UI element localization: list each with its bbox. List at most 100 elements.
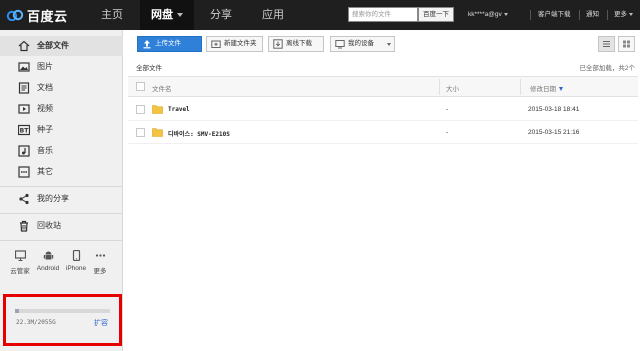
chevron-down-icon xyxy=(387,43,391,46)
more-dots-icon xyxy=(18,166,30,178)
file-modified: 2015-03-15 21:16 xyxy=(528,129,580,136)
table-row[interactable]: Travel - 2015-03-18 18:41 xyxy=(128,99,638,121)
more-menu[interactable]: 更多 xyxy=(614,0,633,30)
image-icon xyxy=(18,62,30,72)
music-icon xyxy=(18,145,30,157)
upload-icon xyxy=(143,40,151,49)
device-more[interactable]: 更多 xyxy=(85,250,115,275)
divider xyxy=(0,213,123,214)
sidebar-item-label: 全部文件 xyxy=(37,41,69,50)
file-size: - xyxy=(446,129,449,136)
file-toolbar: 上传文件 新建文件夹 离线下载 我的设备 xyxy=(124,30,640,58)
select-all-checkbox[interactable] xyxy=(136,82,145,91)
upload-label: 上传文件 xyxy=(155,40,181,47)
device-android[interactable]: Android xyxy=(33,250,63,272)
nav-tab-netdisk[interactable]: 网盘 xyxy=(140,0,194,30)
row-checkbox[interactable] xyxy=(136,128,145,137)
nav-tab-label: 主页 xyxy=(101,9,123,21)
sidebar: 全部文件 图片 文档 视频 BT 种子 音乐 其它 我的分享 回收站 云管家 A… xyxy=(0,30,123,351)
notifications-link[interactable]: 通知 xyxy=(586,0,599,30)
storage-quota-text: 22.3M/2055G xyxy=(16,319,56,326)
sidebar-item-label: 其它 xyxy=(37,167,53,176)
username: kk****a@gv xyxy=(468,11,502,18)
sidebar-item-label: 视频 xyxy=(37,104,53,113)
sidebar-item-other[interactable]: 其它 xyxy=(0,162,123,182)
column-header-size[interactable]: 大小 xyxy=(446,83,459,93)
sort-descending-icon xyxy=(559,87,563,92)
offline-download-button[interactable]: 离线下载 xyxy=(268,36,324,52)
row-checkbox[interactable] xyxy=(136,105,145,114)
sidebar-item-videos[interactable]: 视频 xyxy=(0,99,123,119)
svg-text:BT: BT xyxy=(20,128,30,135)
sidebar-item-all-files[interactable]: 全部文件 xyxy=(0,36,123,56)
grid-view-icon xyxy=(623,40,630,48)
user-menu[interactable]: kk****a@gv xyxy=(468,0,508,30)
grid-view-button[interactable] xyxy=(618,36,635,52)
my-devices-button[interactable]: 我的设备 xyxy=(330,36,395,52)
sidebar-item-label: 我的分享 xyxy=(37,194,69,203)
device-label: 更多 xyxy=(93,268,107,275)
android-icon xyxy=(43,251,53,260)
table-row[interactable]: 디바이스: SMV-E210S - 2015-03-15 21:16 xyxy=(128,122,638,144)
search-input[interactable]: 搜索你的文件 xyxy=(348,7,418,22)
sidebar-item-label: 回收站 xyxy=(37,221,61,230)
search-button[interactable]: 百度一下 xyxy=(418,7,454,22)
nav-tab-label: 应用 xyxy=(262,9,284,21)
sidebar-item-my-share[interactable]: 我的分享 xyxy=(0,189,123,209)
expand-storage-link[interactable]: 扩容 xyxy=(94,318,108,328)
nav-tab-share[interactable]: 分享 xyxy=(198,0,244,30)
new-folder-icon xyxy=(211,40,221,48)
nav-tab-apps[interactable]: 应用 xyxy=(250,0,296,30)
column-header-modified[interactable]: 修改日期 xyxy=(530,83,563,93)
folder-icon xyxy=(152,128,163,137)
device-links: 云管家 Android iPhone 更多 xyxy=(0,250,123,280)
cloud-logo-icon xyxy=(6,9,24,21)
sidebar-item-recycle-bin[interactable]: 回收站 xyxy=(0,216,123,236)
sidebar-item-music[interactable]: 音乐 xyxy=(0,141,123,161)
file-size: - xyxy=(446,106,449,113)
sidebar-item-torrents[interactable]: BT 种子 xyxy=(0,120,123,140)
file-name[interactable]: Travel xyxy=(168,106,190,113)
offline-download-label: 离线下载 xyxy=(286,40,312,47)
device-cloud-manager[interactable]: 云管家 xyxy=(5,250,35,275)
divider xyxy=(530,10,531,20)
new-folder-label: 新建文件夹 xyxy=(224,40,257,47)
nav-tab-home[interactable]: 主页 xyxy=(88,0,136,30)
column-header-name[interactable]: 文件名 xyxy=(152,83,172,93)
more-label: 更多 xyxy=(614,11,627,18)
client-download-link[interactable]: 客户端下载 xyxy=(538,0,571,30)
new-folder-button[interactable]: 新建文件夹 xyxy=(206,36,263,52)
trash-icon xyxy=(20,220,28,232)
nav-tab-label: 网盘 xyxy=(151,9,173,21)
my-devices-label: 我的设备 xyxy=(348,40,374,47)
list-view-button[interactable] xyxy=(598,36,615,52)
column-divider xyxy=(520,79,521,95)
file-name[interactable]: 디바이스: SMV-E210S xyxy=(168,129,230,138)
share-icon xyxy=(19,193,29,205)
loaded-status: 已全部加载，共2个 xyxy=(579,65,635,72)
device-label: Android xyxy=(36,265,60,272)
chevron-down-icon xyxy=(177,13,183,18)
device-icon xyxy=(335,40,345,49)
sidebar-item-label: 音乐 xyxy=(37,146,53,155)
breadcrumb[interactable]: 全部文件 xyxy=(136,62,162,72)
breadcrumb-row: 全部文件 已全部加载，共2个 xyxy=(124,58,640,74)
bt-icon: BT xyxy=(18,124,30,136)
download-icon xyxy=(273,39,283,49)
divider xyxy=(607,10,608,20)
baidu-cloud-logo[interactable]: 百度云 xyxy=(6,5,68,25)
sidebar-item-documents[interactable]: 文档 xyxy=(0,78,123,98)
divider xyxy=(0,240,123,241)
phone-icon xyxy=(72,250,80,261)
chevron-down-icon xyxy=(629,12,633,16)
sidebar-item-images[interactable]: 图片 xyxy=(0,57,123,77)
divider xyxy=(0,186,123,187)
storage-quota-bar xyxy=(15,309,110,313)
home-icon xyxy=(18,40,30,52)
column-header-label: 修改日期 xyxy=(530,86,556,93)
nav-tab-label: 分享 xyxy=(210,9,232,21)
storage-quota-fill xyxy=(15,309,19,313)
chevron-down-icon xyxy=(503,12,508,16)
list-view-icon xyxy=(603,41,610,47)
upload-button[interactable]: 上传文件 xyxy=(137,36,202,52)
